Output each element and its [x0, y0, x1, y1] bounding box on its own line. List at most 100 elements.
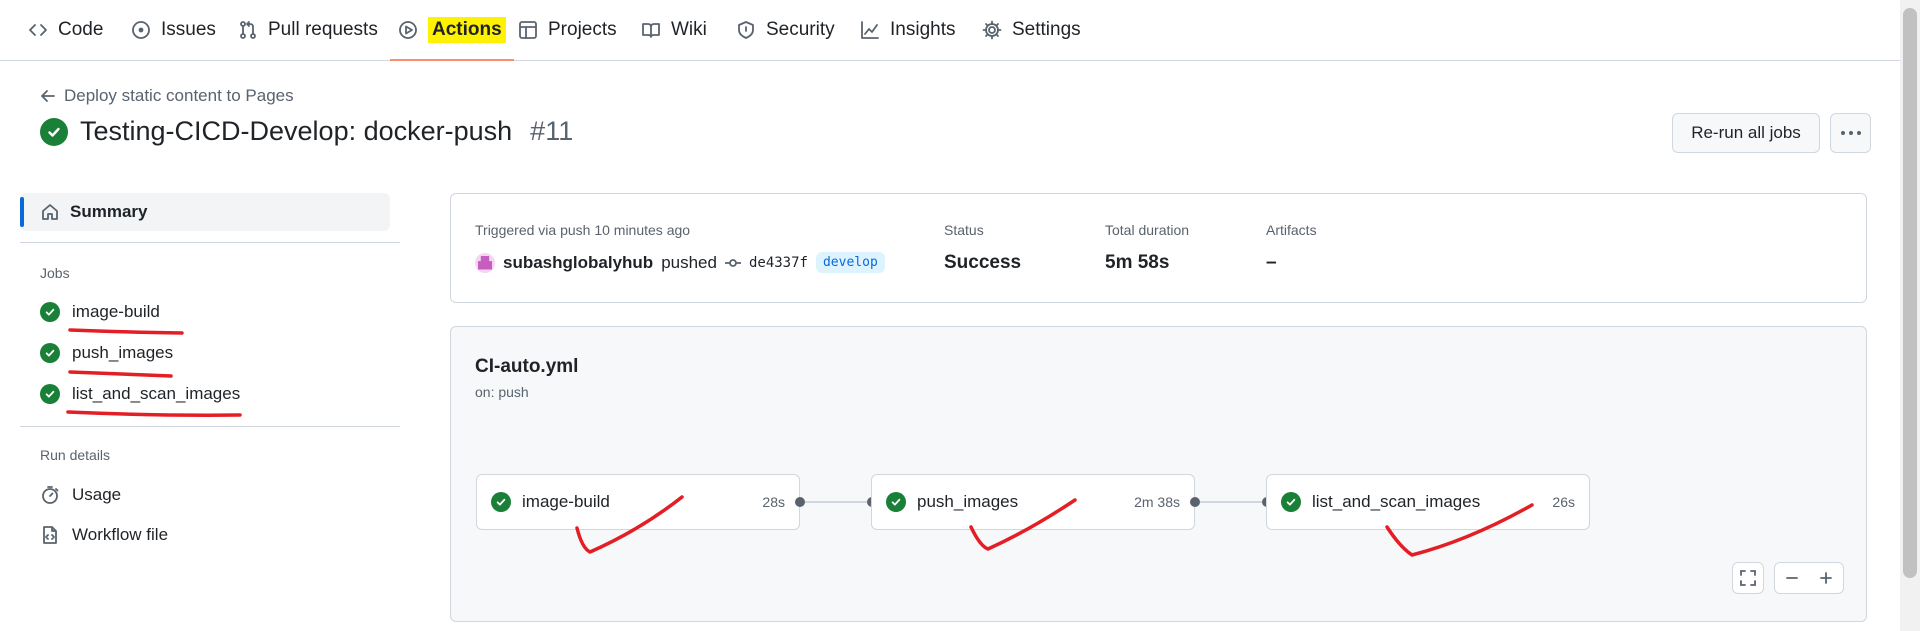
tab-pull-requests[interactable]: Pull requests: [238, 0, 378, 60]
code-icon: [29, 24, 47, 36]
tab-security[interactable]: Security: [736, 0, 835, 60]
tab-actions[interactable]: Actions: [390, 0, 514, 61]
success-check-icon: [40, 302, 60, 322]
duration-label: Total duration: [1105, 222, 1190, 238]
tab-settings[interactable]: Settings: [982, 0, 1081, 60]
graph-job-label: push_images: [917, 492, 1019, 511]
connector-dot: [795, 497, 805, 507]
success-check-icon: [40, 343, 60, 363]
sidebar-item-workflow-file[interactable]: Workflow file: [40, 525, 168, 545]
tab-issues[interactable]: Issues: [131, 0, 216, 60]
zoom-controls: [1774, 562, 1844, 594]
sidebar-item-summary[interactable]: Summary: [20, 193, 390, 231]
graph-job-label: list_and_scan_images: [1312, 492, 1481, 511]
kebab-dot-icon: [1848, 131, 1853, 135]
job-connector: [1200, 501, 1262, 503]
tab-issues-label: Issues: [161, 19, 216, 40]
run-number: #11: [530, 116, 574, 146]
file-code-icon: [43, 526, 57, 544]
underline-mark: [68, 370, 173, 378]
sidebar-divider: [20, 242, 400, 243]
sidebar-job-label: list_and_scan_images: [72, 384, 241, 403]
tab-projects[interactable]: Projects: [518, 0, 617, 60]
arrow-left-icon: [41, 90, 55, 102]
zoom-out-button[interactable]: [1775, 569, 1809, 587]
table-icon: [519, 21, 537, 39]
issue-icon: [132, 21, 150, 39]
sidebar-job-list-and-scan-images[interactable]: list_and_scan_images: [40, 384, 240, 404]
graph-job-list-and-scan-images[interactable]: list_and_scan_images 26s: [1266, 474, 1590, 530]
rerun-all-jobs-button[interactable]: Re-run all jobs: [1672, 113, 1820, 153]
zoom-in-button[interactable]: [1809, 569, 1843, 587]
commit-icon: [724, 258, 741, 267]
back-link-label: Deploy static content to Pages: [64, 86, 294, 105]
scrollbar-thumb[interactable]: [1903, 8, 1917, 578]
duration-value: 5m 58s: [1105, 252, 1170, 273]
action-text: pushed: [661, 252, 717, 272]
page-scrollbar[interactable]: [1900, 0, 1920, 631]
graph-job-duration: 26s: [1552, 494, 1575, 510]
commit-sha-link[interactable]: de4337f: [749, 255, 808, 271]
tab-insights-label: Insights: [890, 19, 956, 40]
tab-wiki-label: Wiki: [671, 19, 707, 40]
status-value: Success: [944, 252, 1022, 273]
sidebar-job-label: image-build: [72, 302, 160, 321]
tab-code[interactable]: Code: [28, 0, 103, 60]
graph-job-push-images[interactable]: push_images 2m 38s: [871, 474, 1195, 530]
success-check-icon: [491, 492, 511, 512]
run-summary-card: Triggered via push 10 minutes ago subash…: [450, 193, 1867, 303]
tab-security-label: Security: [766, 19, 835, 40]
back-link[interactable]: Deploy static content to Pages: [40, 86, 294, 106]
usage-label: Usage: [72, 485, 122, 504]
success-check-icon: [1281, 492, 1301, 512]
home-icon: [42, 204, 58, 220]
tab-code-label: Code: [58, 19, 104, 40]
success-check-icon: [40, 384, 60, 404]
fullscreen-icon: [1740, 570, 1756, 586]
tab-pull-requests-label: Pull requests: [268, 19, 378, 40]
run-details-heading: Run details: [40, 447, 111, 463]
graph-job-duration: 28s: [762, 494, 785, 510]
artifacts-label: Artifacts: [1266, 222, 1317, 238]
fullscreen-button[interactable]: [1732, 562, 1764, 594]
workflow-trigger: on: push: [475, 384, 529, 400]
sidebar-item-usage[interactable]: Usage: [40, 485, 121, 505]
workflow-file-name[interactable]: CI-auto.yml: [475, 356, 578, 378]
sidebar-job-push-images[interactable]: push_images: [40, 343, 173, 363]
jobs-heading: Jobs: [40, 265, 70, 281]
tab-projects-label: Projects: [548, 19, 617, 40]
graph-job-duration: 2m 38s: [1134, 494, 1180, 510]
success-check-icon: [886, 492, 906, 512]
success-check-icon: [40, 117, 68, 146]
artifacts-value: –: [1266, 252, 1277, 273]
active-indicator: [20, 197, 24, 227]
workflow-file-label: Workflow file: [72, 525, 169, 544]
actor-link[interactable]: subashglobalyhub: [503, 253, 653, 273]
actor-row: subashglobalyhub pushed de4337f develop: [475, 252, 885, 273]
kebab-dot-icon: [1856, 131, 1861, 135]
underline-mark: [68, 328, 184, 335]
run-title: Testing-CICD-Develop: docker-push: [80, 116, 513, 146]
sidebar-divider: [20, 426, 400, 427]
tab-wiki[interactable]: Wiki: [641, 0, 707, 60]
rerun-all-jobs-label: Re-run all jobs: [1691, 123, 1801, 142]
graph-job-image-build[interactable]: image-build 28s: [476, 474, 800, 530]
shield-icon: [738, 21, 754, 39]
sidebar-job-image-build[interactable]: image-build: [40, 302, 160, 322]
underline-mark: [66, 410, 242, 417]
minus-icon: [1786, 577, 1798, 579]
page-title: Testing-CICD-Develop: docker-push #11: [40, 116, 573, 147]
branch-badge[interactable]: develop: [815, 252, 885, 273]
kebab-dot-icon: [1840, 131, 1845, 135]
tab-insights[interactable]: Insights: [860, 0, 955, 60]
more-options-button[interactable]: [1830, 113, 1871, 153]
gear-icon: [982, 20, 1002, 40]
stopwatch-icon: [42, 486, 59, 504]
book-icon: [642, 23, 660, 38]
avatar[interactable]: [475, 252, 495, 273]
pull-request-icon: [240, 21, 256, 39]
sidebar-job-label: push_images: [72, 343, 174, 362]
summary-label: Summary: [70, 202, 148, 221]
tab-settings-label: Settings: [1012, 19, 1081, 40]
job-connector: [805, 501, 867, 503]
